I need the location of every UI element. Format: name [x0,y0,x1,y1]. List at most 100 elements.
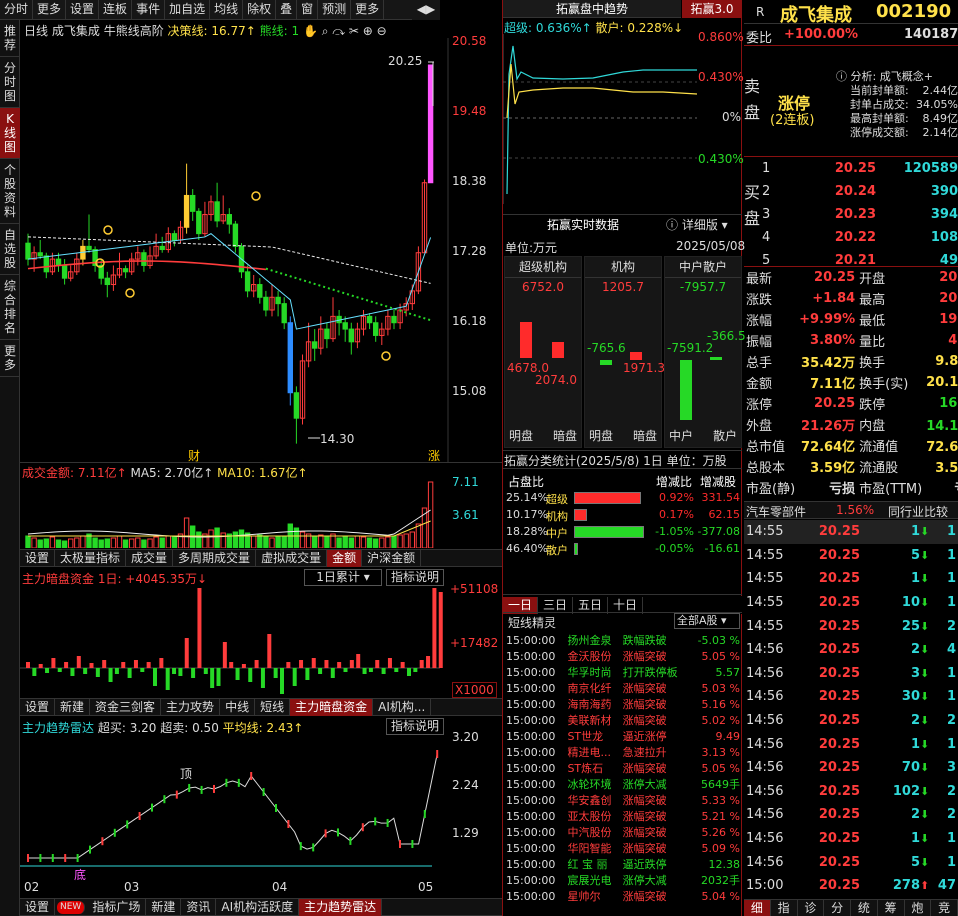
rtabsrow-0[interactable]: 设置 [20,898,56,916]
dtabsrow-7[interactable]: AI机构... [373,698,432,716]
dtabsrow-0[interactable]: 设置 [20,698,56,716]
quote-tab-7[interactable]: 竞 [931,900,958,916]
candle-body [43,255,50,273]
sptabs-0[interactable]: 一日 [503,596,539,614]
vtabsrow-0[interactable]: 设置 [20,549,56,567]
toolbar-6[interactable]: 均线 [210,0,244,19]
vtab-6[interactable]: 更多 [0,340,20,377]
vtab-0[interactable]: 推荐 [0,20,20,57]
rtabsrow-6[interactable]: 主力趋势雷达 [299,898,383,916]
rtabsrow-3[interactable]: 新建 [146,898,182,916]
toolbar-arrows[interactable]: ◀▶ [412,0,440,20]
quote-tab-2[interactable]: 诊 [798,900,825,916]
buy-level[interactable]: 2 20.24 390 [760,180,958,203]
dark-explain-button[interactable]: 指标说明 [386,569,444,586]
toolbar-0[interactable]: 分时 [0,0,34,19]
vtabsrow-1[interactable]: 太极量指标 [55,549,127,567]
rtabsrow-5[interactable]: AI机构活跃度 [216,898,300,916]
spirit-row[interactable]: 15:00:00 华孚时尚 打开跌停板 5.57 [504,664,742,680]
vtab-5[interactable]: 综合排名 [0,275,20,340]
spirit-row[interactable]: 15:00:00 海南海药 涨幅突破 5.16 % [504,696,742,712]
vtabsrow-4[interactable]: 虚拟成交量 [256,549,328,567]
volume-bar [238,529,245,548]
sector-row[interactable]: 汽车零部件 1.56% 同行业比较 [744,501,958,519]
vtab-4[interactable]: 自选股 [0,224,20,275]
vtab-1[interactable]: 分时图 [0,57,20,108]
spirit-row[interactable]: 15:00:00 ST炼石 涨幅突破 5.05 % [504,760,742,776]
analysis-title[interactable]: ⓘ 分析: 成飞概念+ [836,68,933,84]
trade-time: 14:56 [746,689,784,705]
rtabsrow-1[interactable]: NEW [57,900,86,914]
quote-tab-5[interactable]: 筹 [878,900,905,916]
toolbar-10[interactable]: 预测 [318,0,352,19]
toolbar-1[interactable]: 更多 [33,0,67,19]
quote-tab-0[interactable]: 细 [744,900,771,916]
vtabsrow-5[interactable]: 金额 [327,549,363,567]
buy-level[interactable]: 4 20.22 108 [760,226,958,249]
kline-y-tick: 19.48 [452,104,487,118]
quote-tab-6[interactable]: 炮 [905,900,932,916]
spirit-filter-select[interactable]: 全部A股 ▾ [674,613,740,629]
chart-tool-icons[interactable]: ✋ ⌕ ⤼ ✂ ⊕ ⊖ [303,24,387,38]
detail-version-toggle[interactable]: ⓘ 详细版 ▾ [666,216,742,234]
toolbar-8[interactable]: 叠 [276,0,298,19]
spirit-row[interactable]: 15:00:00 红 宝 丽 逼近跌停 12.38 [504,856,742,872]
dark-period-select[interactable]: 1日累计 ▾ [304,569,382,586]
vtabsrow-3[interactable]: 多周期成交量 [173,549,257,567]
dtabsrow-5[interactable]: 短线 [255,698,291,716]
toolbar-11[interactable]: 更多 [351,0,385,19]
vtabsrow-2[interactable]: 成交量 [126,549,174,567]
rtabsrow-4[interactable]: 资讯 [181,898,217,916]
toolbar-7[interactable]: 除权 [243,0,277,19]
spirit-row[interactable]: 15:00:00 宸展光电 涨停大减 2032手 [504,872,742,888]
vtab-3[interactable]: 个股资料 [0,159,20,224]
spirit-row[interactable]: 15:00:00 华安鑫创 涨幅突破 5.33 % [504,792,742,808]
sector-compare[interactable]: 同行业比较 [888,503,948,520]
dtabsrow-1[interactable]: 新建 [55,698,91,716]
spirit-row[interactable]: 15:00:00 亚太股份 涨幅突破 5.21 % [504,808,742,824]
dtabsrow-4[interactable]: 中线 [220,698,256,716]
quote-tab-1[interactable]: 指 [771,900,798,916]
spirit-row[interactable]: 15:00:00 南京化纤 涨幅突破 5.03 % [504,680,742,696]
sptabs-1[interactable]: 三日 [538,596,574,614]
kline-chart[interactable] [20,38,502,463]
spirit-row[interactable]: 15:00:00 中汽股份 涨幅突破 5.26 % [504,824,742,840]
classify-shares: 331.54 [701,491,741,504]
dtabsrow-2[interactable]: 资金三剑客 [90,698,162,716]
trend-chart[interactable] [503,34,697,204]
spirit-row[interactable]: 15:00:00 星帅尔 涨幅突破 5.04 % [504,888,742,904]
spirit-row[interactable]: 15:00:00 美联新材 涨幅突破 5.02 % [504,712,742,728]
buy-level[interactable]: 3 20.23 394 [760,203,958,226]
spirit-row[interactable]: 15:00:00 扬州金泉 跌幅跌破 -5.03 % [504,632,742,648]
spirit-row[interactable]: 15:00:00 精进电... 急速拉升 3.13 % [504,744,742,760]
tuoying-version-button[interactable]: 拓赢3.0 [682,0,742,18]
spirit-row[interactable]: 15:00:00 冰轮环境 涨停大减 5649手 [504,776,742,792]
toolbar-9[interactable]: 窗 [297,0,319,19]
classify-period[interactable]: 1日 [643,454,663,468]
radar-chart[interactable] [20,736,502,880]
spirit-row[interactable]: 15:00:00 ST世龙 逼近涨停 9.49 [504,728,742,744]
toolbar-3[interactable]: 连板 [99,0,133,19]
radar-explain-button[interactable]: 指标说明 [386,718,444,735]
rtabsrow-2[interactable]: 指标广场 [87,898,147,916]
buy-level[interactable]: 1 20.25 120589 [760,157,958,180]
volume-chart[interactable] [20,478,502,548]
toolbar-4[interactable]: 事件 [132,0,166,19]
quote-tab-4[interactable]: 统 [851,900,878,916]
kline-period[interactable]: 日线 [24,24,48,38]
spirit-row[interactable]: 15:00:00 华阳智能 涨幅突破 5.09 % [504,840,742,856]
sptabs-2[interactable]: 五日 [573,596,609,614]
dtabsrow-6[interactable]: 主力暗盘资金 [290,698,374,716]
toolbar-2[interactable]: 设置 [66,0,100,19]
vtab-2[interactable]: K线图 [0,108,20,159]
trade-row: 14:56 20.25 3 ⬇ 1 [744,662,958,686]
dark-fund-chart[interactable] [20,588,502,696]
dtabsrow-3[interactable]: 主力攻势 [161,698,221,716]
sptabs-3[interactable]: 十日 [608,596,644,614]
toolbar-5[interactable]: 加自选 [165,0,211,19]
spirit-row[interactable]: 15:00:00 金沃股份 涨幅突破 5.05 % [504,648,742,664]
vtabsrow-6[interactable]: 沪深金额 [362,549,422,567]
analysis-rows: 当前封单额: 2.44亿 封单占成交: 34.05% 最高封单额: 8.49亿 涨停成交额:… [850,84,958,140]
quote-tab-3[interactable]: 分 [824,900,851,916]
kline-indicator[interactable]: 牛熊线高阶 [104,24,164,38]
